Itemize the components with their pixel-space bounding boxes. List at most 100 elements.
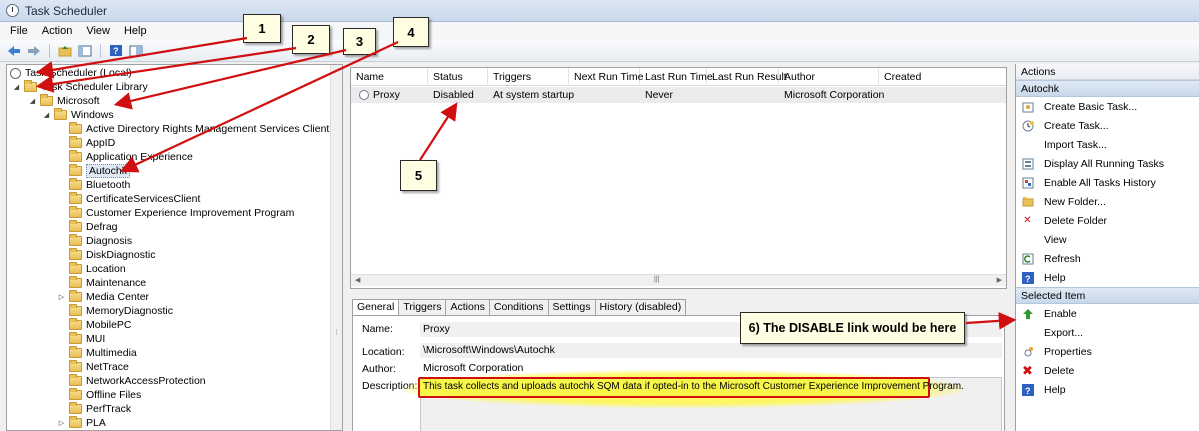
show-hide-tree-icon[interactable] [77, 43, 93, 59]
tree-folder-item[interactable]: Autochk [57, 164, 130, 178]
callout-1: 1 [243, 14, 281, 43]
tree-folder-item[interactable]: NetworkAccessProtection [57, 374, 206, 388]
properties-icon[interactable] [128, 43, 144, 59]
tab-general[interactable]: General [352, 299, 400, 316]
column-next-run-time[interactable]: Next Run Time [569, 68, 643, 86]
tree-folder-item[interactable]: ▷ Media Center [57, 290, 149, 304]
tree-folder-item[interactable]: CertificateServicesClient [57, 192, 200, 206]
task-clock-icon [359, 90, 369, 100]
tree-folder-item[interactable]: Active Directory Rights Management Servi… [57, 122, 329, 136]
action-delete-folder[interactable]: ✕ Delete Folder [1016, 211, 1199, 230]
delete-x-icon: ✖ [1022, 362, 1033, 378]
back-icon[interactable] [6, 43, 22, 59]
column-name[interactable]: Name [351, 68, 428, 86]
tree-folder-item[interactable]: Maintenance [57, 276, 146, 290]
tree-folder-item[interactable]: Diagnosis [57, 234, 132, 248]
menu-file[interactable]: File [10, 25, 28, 37]
actions-section-autochk[interactable]: Autochk [1016, 80, 1199, 97]
action-enable-history[interactable]: Enable All Tasks History [1016, 173, 1199, 192]
column-status[interactable]: Status [428, 68, 488, 86]
menu-action[interactable]: Action [42, 25, 73, 37]
action-enable[interactable]: Enable [1016, 304, 1199, 323]
action-delete[interactable]: ✖ Delete [1016, 361, 1199, 380]
tree-folder-label: PerfTrack [86, 403, 132, 415]
scroll-left-icon[interactable]: ◀ [355, 276, 360, 284]
folder-tree[interactable]: Task Scheduler (Local) ◢ Task Scheduler … [6, 64, 343, 431]
actions-section-selected-item[interactable]: Selected Item [1016, 287, 1199, 304]
action-new-folder[interactable]: New Folder... [1016, 192, 1199, 211]
column-last-run-result[interactable]: Last Run Result [707, 68, 787, 86]
column-author[interactable]: Author [779, 68, 879, 86]
expand-icon[interactable]: ▷ [57, 419, 66, 427]
up-folder-icon[interactable] [57, 43, 73, 59]
expand-icon[interactable]: ▷ [57, 293, 66, 301]
folder-icon [69, 206, 82, 218]
tree-folder-item[interactable]: Offline Files [57, 388, 141, 402]
tab-settings[interactable]: Settings [547, 299, 596, 315]
tree-folder-label: MobilePC [86, 319, 132, 331]
tree-folder-item[interactable]: DiskDiagnostic [57, 248, 155, 262]
tree-folder-item[interactable]: Bluetooth [57, 178, 130, 192]
column-triggers[interactable]: Triggers [488, 68, 569, 86]
tree-folder-item[interactable]: ▷ PLA [57, 416, 106, 430]
tree-folder-item[interactable]: AppID [57, 136, 115, 150]
name-field[interactable]: Proxy [420, 322, 450, 337]
tree-folder-item[interactable]: PerfTrack [57, 402, 131, 416]
folder-icon [69, 388, 82, 400]
tab-conditions[interactable]: Conditions [488, 299, 549, 315]
tree-folder-item[interactable]: Location [57, 262, 126, 276]
action-refresh[interactable]: Refresh [1016, 249, 1199, 268]
scroll-grip-icon[interactable]: ||| [654, 276, 659, 283]
action-create-task[interactable]: Create Task... [1016, 116, 1199, 135]
action-display-running-tasks[interactable]: Display All Running Tasks [1016, 154, 1199, 173]
window-title: Task Scheduler [25, 3, 108, 18]
tree-folder-item[interactable]: MemoryDiagnostic [57, 304, 173, 318]
folder-icon [69, 248, 82, 260]
action-view[interactable]: View [1016, 230, 1199, 249]
task-status-cell: Disabled [433, 89, 474, 101]
tree-folder-item[interactable]: Customer Experience Improvement Program [57, 206, 294, 220]
column-last-run-time[interactable]: Last Run Time [640, 68, 713, 86]
tree-folder-item[interactable]: Application Experience [57, 150, 193, 164]
collapse-icon[interactable]: ◢ [28, 97, 37, 105]
task-list-hscrollbar[interactable]: ◀ ||| ▶ [351, 274, 1006, 286]
task-last-result-cell [707, 87, 712, 103]
svg-text:?: ? [113, 46, 119, 56]
tab-actions[interactable]: Actions [445, 299, 490, 315]
scroll-right-icon[interactable]: ▶ [997, 276, 1002, 284]
tree-task-scheduler-library[interactable]: ◢ Task Scheduler Library [12, 80, 148, 94]
help-icon[interactable]: ? [108, 43, 124, 59]
tree-folder-item[interactable]: NetTrace [57, 360, 129, 374]
tab-triggers[interactable]: Triggers [398, 299, 447, 315]
tree-folder-item[interactable]: Multimedia [57, 346, 137, 360]
detail-tabs: General Triggers Actions Conditions Sett… [352, 299, 687, 316]
action-create-basic-task[interactable]: Create Basic Task... [1016, 97, 1199, 116]
tree-folder-item[interactable]: MUI [57, 332, 105, 346]
table-row[interactable]: Proxy Disabled At system startup Never M… [351, 87, 1006, 103]
action-import-task[interactable]: Import Task... [1016, 135, 1199, 154]
tree-folder-label: AppID [86, 137, 116, 149]
column-created[interactable]: Created [879, 68, 1006, 86]
menu-help[interactable]: Help [124, 25, 147, 37]
action-help[interactable]: ? Help [1016, 268, 1199, 287]
collapse-icon[interactable]: ◢ [12, 83, 21, 91]
tab-history[interactable]: History (disabled) [594, 299, 687, 315]
tree-microsoft[interactable]: ◢ Microsoft [28, 94, 100, 108]
import-icon [1021, 138, 1034, 151]
tree-folder-item[interactable]: MobilePC [57, 318, 132, 332]
actions-title: Actions [1016, 64, 1199, 80]
action-properties[interactable]: Properties [1016, 342, 1199, 361]
task-last-run-cell: Never [645, 89, 674, 101]
tree-scrollbar[interactable]: ⁞ [330, 65, 342, 430]
action-help-selected[interactable]: ? Help [1016, 380, 1199, 399]
folder-icon [40, 94, 53, 106]
tree-folder-item[interactable]: Defrag [57, 220, 118, 234]
tree-root[interactable]: Task Scheduler (Local) [10, 66, 132, 80]
action-export[interactable]: Export... [1016, 323, 1199, 342]
forward-icon[interactable] [26, 43, 42, 59]
collapse-icon[interactable]: ◢ [42, 111, 51, 119]
tree-windows[interactable]: ◢ Windows [42, 108, 114, 122]
menu-view[interactable]: View [86, 25, 110, 37]
history-icon [1021, 176, 1034, 189]
folder-icon [69, 220, 82, 232]
